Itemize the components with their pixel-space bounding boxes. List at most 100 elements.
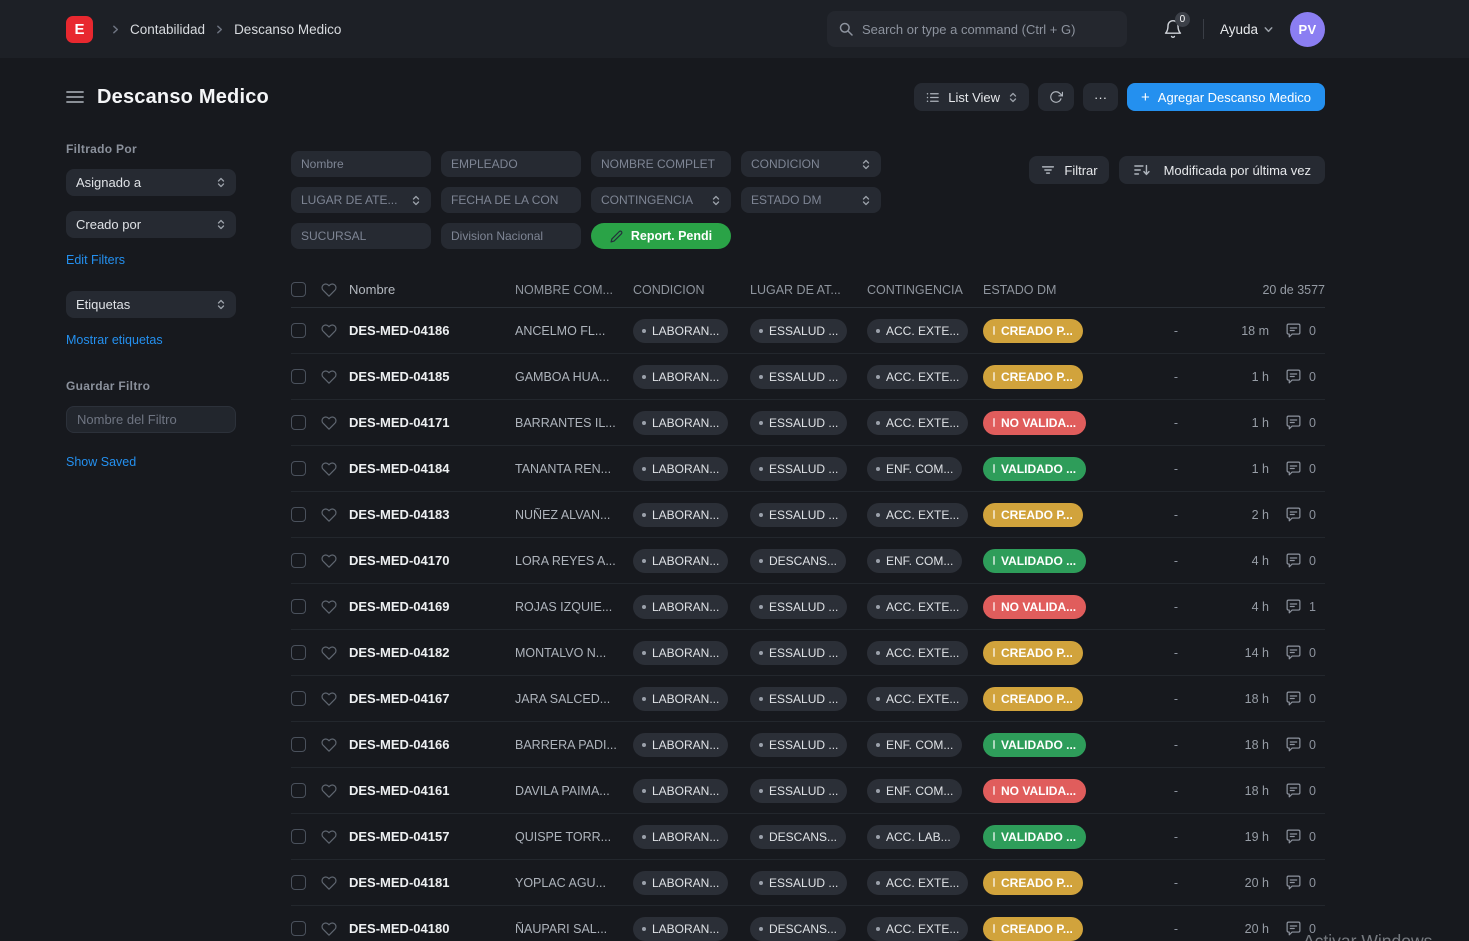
- row-comments[interactable]: 0: [1269, 874, 1325, 891]
- show-tags-link[interactable]: Mostrar etiquetas: [66, 333, 236, 347]
- row-comments[interactable]: 0: [1269, 644, 1325, 661]
- column-header-nombre-completo[interactable]: NOMBRE COM...: [515, 283, 633, 297]
- heart-icon[interactable]: [321, 737, 349, 753]
- row-id-link[interactable]: DES-MED-04182: [349, 645, 515, 660]
- row-comments[interactable]: 0: [1269, 736, 1325, 753]
- row-checkbox[interactable]: [291, 645, 306, 660]
- breadcrumb-item-contabilidad[interactable]: Contabilidad: [130, 22, 205, 37]
- table-row[interactable]: DES-MED-04161 DAVILA PAIMA... LABORAN...…: [291, 768, 1325, 814]
- table-row[interactable]: DES-MED-04166 BARRERA PADI... LABORAN...…: [291, 722, 1325, 768]
- row-id-link[interactable]: DES-MED-04180: [349, 921, 515, 936]
- row-checkbox[interactable]: [291, 323, 306, 338]
- sidebar-toggle-icon[interactable]: [66, 90, 84, 104]
- sort-button[interactable]: Modificada por última vez: [1119, 156, 1325, 184]
- heart-icon[interactable]: [321, 461, 349, 477]
- row-checkbox[interactable]: [291, 599, 306, 614]
- row-id-link[interactable]: DES-MED-04157: [349, 829, 515, 844]
- column-header-lugar[interactable]: LUGAR DE AT...: [750, 283, 867, 297]
- help-menu[interactable]: Ayuda: [1220, 22, 1274, 37]
- row-id-link[interactable]: DES-MED-04171: [349, 415, 515, 430]
- view-switcher-button[interactable]: List View: [914, 83, 1029, 111]
- row-comments[interactable]: 0: [1269, 506, 1325, 523]
- row-id-link[interactable]: DES-MED-04185: [349, 369, 515, 384]
- row-checkbox[interactable]: [291, 737, 306, 752]
- assigned-to-select[interactable]: Asignado a: [66, 169, 236, 196]
- heart-icon[interactable]: [321, 369, 349, 385]
- add-descanso-medico-button[interactable]: + Agregar Descanso Medico: [1127, 83, 1325, 111]
- table-row[interactable]: DES-MED-04186 ANCELMO FL... LABORAN... E…: [291, 308, 1325, 354]
- row-checkbox[interactable]: [291, 415, 306, 430]
- column-header-condicion[interactable]: CONDICION: [633, 283, 750, 297]
- heart-icon[interactable]: [321, 599, 349, 615]
- user-avatar[interactable]: PV: [1290, 12, 1325, 47]
- row-checkbox[interactable]: [291, 553, 306, 568]
- app-logo[interactable]: E: [66, 16, 93, 43]
- column-header-contingencia[interactable]: CONTINGENCIA: [867, 283, 983, 297]
- table-row[interactable]: DES-MED-04171 BARRANTES IL... LABORAN...…: [291, 400, 1325, 446]
- row-checkbox[interactable]: [291, 829, 306, 844]
- filter-button[interactable]: Filtrar: [1029, 156, 1108, 184]
- row-id-link[interactable]: DES-MED-04169: [349, 599, 515, 614]
- row-comments[interactable]: 0: [1269, 828, 1325, 845]
- row-checkbox[interactable]: [291, 921, 306, 936]
- row-checkbox[interactable]: [291, 507, 306, 522]
- row-comments[interactable]: 0: [1269, 920, 1325, 937]
- filter-field[interactable]: CONDICION: [741, 151, 881, 177]
- row-id-link[interactable]: DES-MED-04170: [349, 553, 515, 568]
- row-comments[interactable]: 0: [1269, 552, 1325, 569]
- heart-icon[interactable]: [321, 783, 349, 799]
- breadcrumb-item-descanso-medico[interactable]: Descanso Medico: [234, 22, 341, 37]
- heart-icon[interactable]: [321, 875, 349, 891]
- filter-field[interactable]: Division Nacional: [441, 223, 581, 249]
- row-comments[interactable]: 0: [1269, 460, 1325, 477]
- heart-icon[interactable]: [321, 829, 349, 845]
- filter-field[interactable]: SUCURSAL: [291, 223, 431, 249]
- refresh-button[interactable]: [1038, 83, 1074, 111]
- row-comments[interactable]: 1: [1269, 598, 1325, 615]
- filter-field[interactable]: ESTADO DM: [741, 187, 881, 213]
- row-comments[interactable]: 0: [1269, 414, 1325, 431]
- heart-icon[interactable]: [321, 323, 349, 339]
- search-input[interactable]: [862, 22, 1115, 37]
- like-filter-heart-icon[interactable]: [321, 282, 349, 298]
- show-saved-link[interactable]: Show Saved: [66, 455, 236, 469]
- table-row[interactable]: DES-MED-04182 MONTALVO N... LABORAN... E…: [291, 630, 1325, 676]
- created-by-select[interactable]: Creado por: [66, 211, 236, 238]
- column-header-estado-dm[interactable]: ESTADO DM: [983, 283, 1135, 297]
- row-comments[interactable]: 0: [1269, 368, 1325, 385]
- filter-field[interactable]: Nombre: [291, 151, 431, 177]
- row-checkbox[interactable]: [291, 461, 306, 476]
- table-row[interactable]: DES-MED-04157 QUISPE TORR... LABORAN... …: [291, 814, 1325, 860]
- row-comments[interactable]: 0: [1269, 690, 1325, 707]
- filter-field[interactable]: NOMBRE COMPLET: [591, 151, 731, 177]
- table-row[interactable]: DES-MED-04170 LORA REYES A... LABORAN...…: [291, 538, 1325, 584]
- row-id-link[interactable]: DES-MED-04161: [349, 783, 515, 798]
- row-checkbox[interactable]: [291, 875, 306, 890]
- filter-field[interactable]: CONTINGENCIA: [591, 187, 731, 213]
- heart-icon[interactable]: [321, 691, 349, 707]
- heart-icon[interactable]: [321, 415, 349, 431]
- row-id-link[interactable]: DES-MED-04166: [349, 737, 515, 752]
- column-header-nombre[interactable]: Nombre: [349, 282, 515, 297]
- table-row[interactable]: DES-MED-04180 ÑAUPARI SAL... LABORAN... …: [291, 906, 1325, 941]
- heart-icon[interactable]: [321, 553, 349, 569]
- table-row[interactable]: DES-MED-04185 GAMBOA HUA... LABORAN... E…: [291, 354, 1325, 400]
- filter-field[interactable]: Report. Pendi: [591, 223, 731, 249]
- row-checkbox[interactable]: [291, 783, 306, 798]
- table-row[interactable]: DES-MED-04183 NUÑEZ ALVAN... LABORAN... …: [291, 492, 1325, 538]
- edit-filters-link[interactable]: Edit Filters: [66, 253, 236, 267]
- heart-icon[interactable]: [321, 645, 349, 661]
- tags-select[interactable]: Etiquetas: [66, 291, 236, 318]
- row-comments[interactable]: 0: [1269, 322, 1325, 339]
- row-comments[interactable]: 0: [1269, 782, 1325, 799]
- row-checkbox[interactable]: [291, 369, 306, 384]
- table-row[interactable]: DES-MED-04167 JARA SALCED... LABORAN... …: [291, 676, 1325, 722]
- row-id-link[interactable]: DES-MED-04186: [349, 323, 515, 338]
- heart-icon[interactable]: [321, 921, 349, 937]
- row-id-link[interactable]: DES-MED-04184: [349, 461, 515, 476]
- heart-icon[interactable]: [321, 507, 349, 523]
- row-id-link[interactable]: DES-MED-04181: [349, 875, 515, 890]
- table-row[interactable]: DES-MED-04184 TANANTA REN... LABORAN... …: [291, 446, 1325, 492]
- menu-button[interactable]: ···: [1083, 83, 1118, 111]
- filter-name-input[interactable]: [66, 406, 236, 433]
